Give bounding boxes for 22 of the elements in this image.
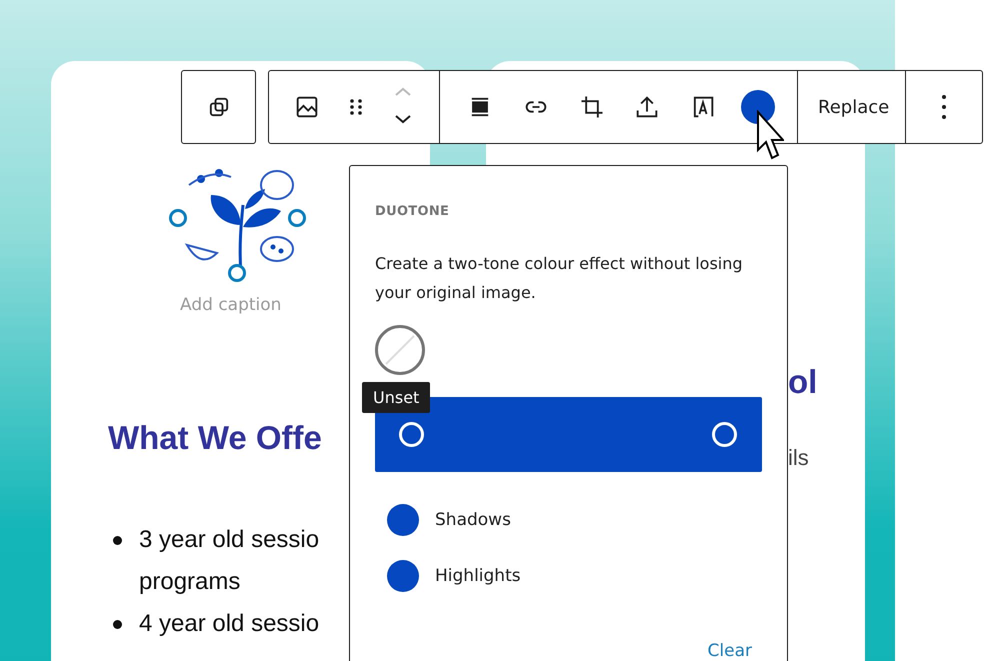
popover-title: DUOTONE <box>375 204 450 219</box>
resize-handle[interactable] <box>228 264 246 282</box>
tooltip: Unset <box>362 382 430 413</box>
gradient-handle[interactable] <box>399 422 424 447</box>
bullet-icon <box>113 620 122 629</box>
replace-button[interactable]: Replace <box>810 88 898 126</box>
bullet-icon <box>113 536 122 545</box>
tone-option[interactable]: Shadows <box>375 504 762 536</box>
section-heading: What We Offe <box>108 419 322 457</box>
clear-link[interactable]: Clear <box>708 641 752 661</box>
unset-swatch[interactable] <box>375 325 425 375</box>
list-item-text: 3 year old sessio <box>139 525 320 555</box>
list-item-text: 4 year old sessio <box>139 609 320 639</box>
gradient-handle[interactable] <box>712 422 737 447</box>
body-text: ils <box>788 445 810 471</box>
resize-handle[interactable] <box>169 209 187 227</box>
section-heading: ol <box>788 363 818 401</box>
duotone-button[interactable] <box>741 90 776 124</box>
list-item-text: programs <box>139 567 242 597</box>
popover-description: Create a two-tone colour effect without losing your original image. <box>375 253 744 304</box>
tone-option[interactable]: Highlights <box>375 560 762 592</box>
resize-handle[interactable] <box>288 209 306 227</box>
